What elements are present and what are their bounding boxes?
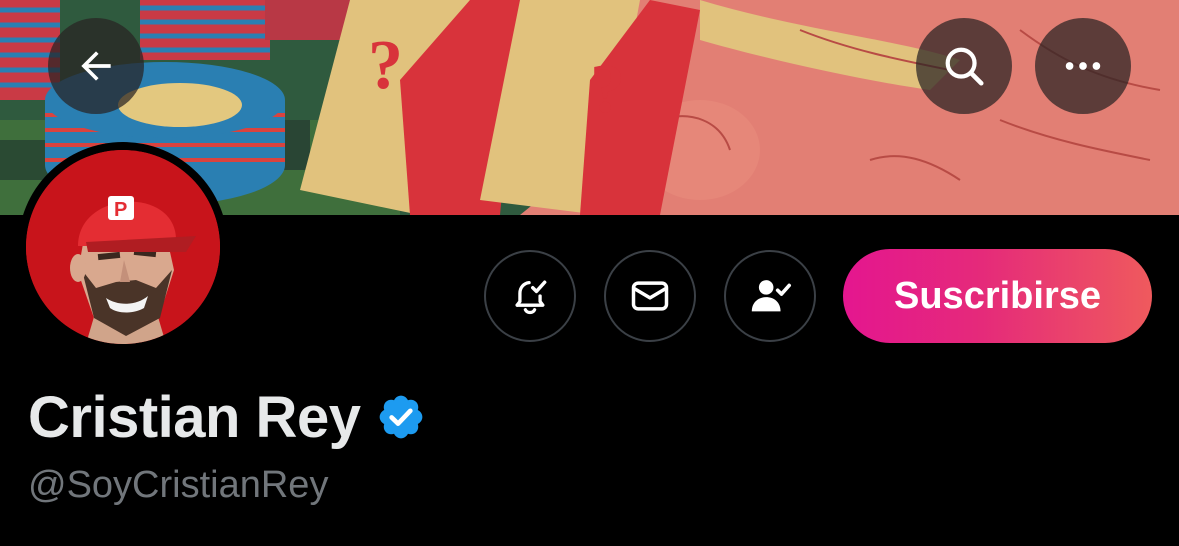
message-button[interactable] [604, 250, 696, 342]
avatar: P [26, 150, 220, 344]
arrow-left-icon [81, 51, 111, 81]
more-options-button[interactable] [1035, 18, 1131, 114]
search-button[interactable] [916, 18, 1012, 114]
display-name: Cristian Rey [28, 384, 361, 450]
verified-badge-icon[interactable] [376, 392, 426, 442]
svg-text:P: P [114, 199, 127, 221]
notifications-button[interactable] [484, 250, 576, 342]
search-icon [945, 47, 984, 86]
svg-text:?: ? [368, 27, 403, 104]
profile-name-row: Cristian Rey [28, 380, 426, 454]
svg-text:?: ? [590, 51, 625, 128]
profile-handle: @SoyCristianRey [28, 464, 329, 506]
more-horizontal-icon [1065, 62, 1101, 70]
subscribe-button[interactable]: Suscribirse [843, 249, 1152, 343]
avatar-border[interactable]: P [18, 142, 228, 352]
avatar-illustration: P [26, 150, 220, 344]
following-button[interactable] [724, 250, 816, 342]
back-button[interactable] [48, 18, 144, 114]
bell-check-icon [515, 280, 547, 315]
person-check-icon [751, 280, 791, 312]
envelope-icon [631, 281, 669, 311]
